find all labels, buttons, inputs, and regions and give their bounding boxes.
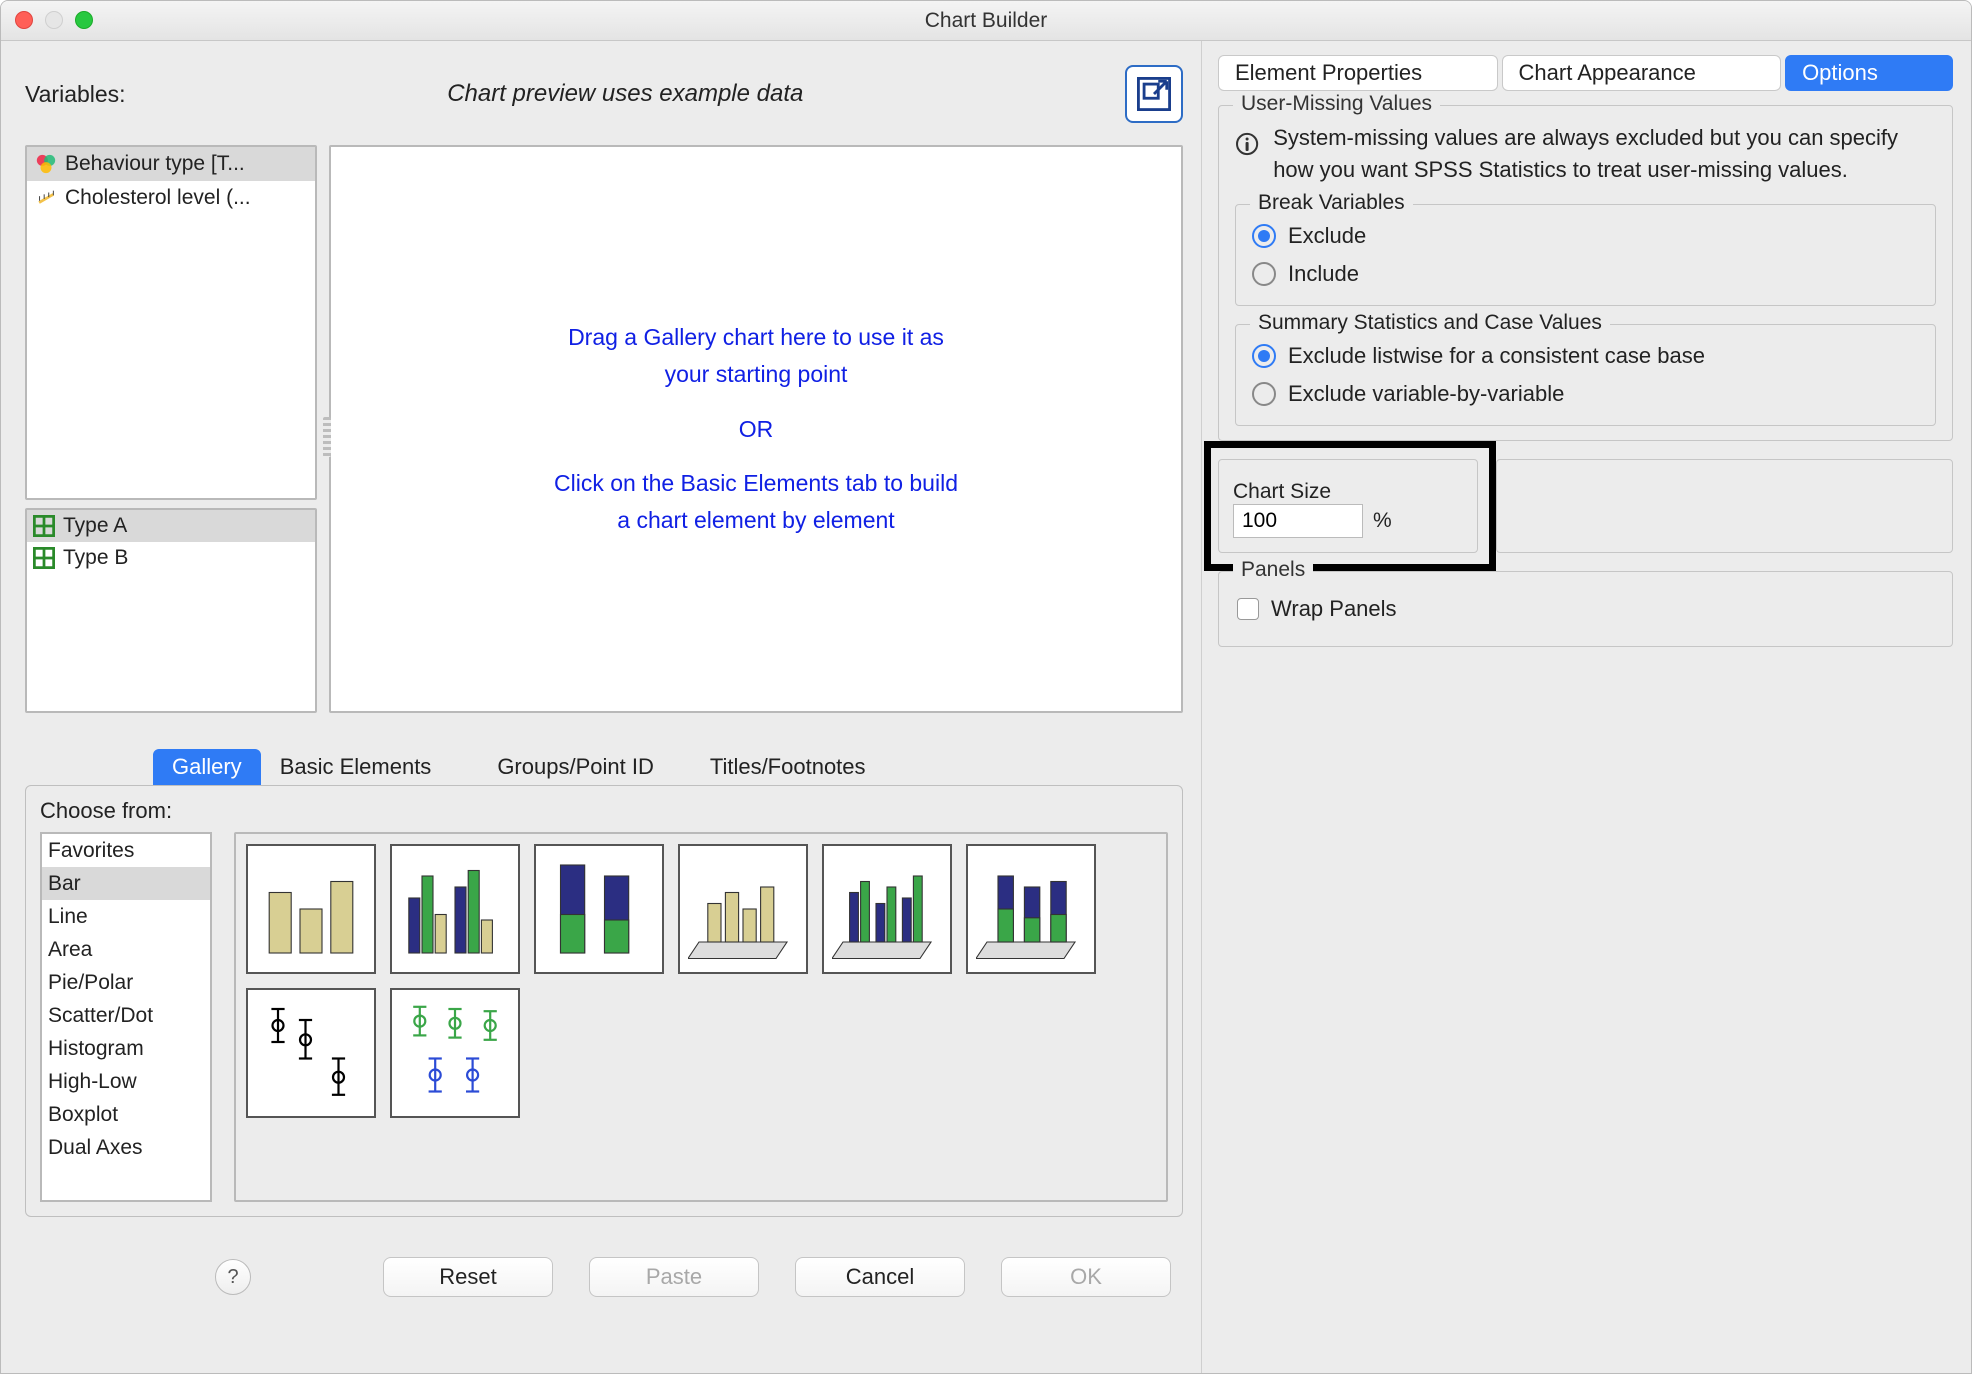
- type-scatter-dot[interactable]: Scatter/Dot: [42, 999, 210, 1032]
- gallery-frame: Choose from: Favorites Bar Line Area Pie…: [25, 785, 1183, 1217]
- category-icon: [33, 515, 55, 537]
- thumb-simple-error-bar[interactable]: [246, 988, 376, 1118]
- chart-size-input[interactable]: [1233, 504, 1363, 538]
- thumb-3d-bar[interactable]: [678, 844, 808, 974]
- variable-label: Behaviour type [T...: [65, 152, 245, 176]
- list-item[interactable]: Behaviour type [T...: [27, 147, 315, 181]
- cancel-button[interactable]: Cancel: [795, 1257, 965, 1297]
- list-item[interactable]: Cholesterol level (...: [27, 181, 315, 215]
- type-boxplot[interactable]: Boxplot: [42, 1098, 210, 1131]
- tab-gallery[interactable]: Gallery: [153, 749, 261, 785]
- type-area[interactable]: Area: [42, 933, 210, 966]
- preview-hint: Drag a Gallery chart here to use it as y…: [554, 319, 958, 539]
- type-pie-polar[interactable]: Pie/Polar: [42, 966, 210, 999]
- paste-button: Paste: [589, 1257, 759, 1297]
- nominal-icon: [35, 153, 57, 175]
- ss-byvar-radio[interactable]: Exclude variable-by-variable: [1250, 375, 1921, 413]
- categories-list[interactable]: Type A Type B: [25, 508, 317, 713]
- category-label: Type B: [63, 546, 128, 570]
- umv-legend: User-Missing Values: [1233, 92, 1440, 116]
- window-title: Chart Builder: [1, 9, 1971, 33]
- thumb-clustered-error-bar[interactable]: [390, 988, 520, 1118]
- radio-icon: [1252, 382, 1276, 406]
- thumb-simple-bar[interactable]: [246, 844, 376, 974]
- panels-legend: Panels: [1233, 558, 1313, 582]
- left-pane: Variables: Chart preview uses example da…: [1, 41, 1201, 1373]
- dialog-buttons: ? Reset Paste Cancel OK: [25, 1257, 1183, 1297]
- radio-icon: [1252, 262, 1276, 286]
- zoom-icon[interactable]: [75, 11, 93, 29]
- category-icon: [33, 547, 55, 569]
- summary-statistics-group: Summary Statistics and Case Values Exclu…: [1235, 324, 1936, 426]
- info-icon: [1235, 122, 1259, 166]
- chart-size-spacer: [1496, 459, 1953, 553]
- gallery-thumbnails: [234, 832, 1168, 1202]
- type-favorites[interactable]: Favorites: [42, 834, 210, 867]
- chart-type-list[interactable]: Favorites Bar Line Area Pie/Polar Scatte…: [40, 832, 212, 1202]
- list-item[interactable]: Type A: [27, 510, 315, 542]
- expand-chart-button[interactable]: [1125, 65, 1183, 123]
- variables-label: Variables:: [25, 81, 126, 108]
- bv-include-radio[interactable]: Include: [1250, 255, 1921, 293]
- right-tabs: Element Properties Chart Appearance Opti…: [1218, 55, 1953, 91]
- bv-exclude-radio[interactable]: Exclude: [1250, 217, 1921, 255]
- radio-label: Include: [1288, 261, 1359, 287]
- traffic-lights: [15, 11, 93, 29]
- thumb-clustered-3d-bar[interactable]: [822, 844, 952, 974]
- chart-preview-dropzone[interactable]: Drag a Gallery chart here to use it as y…: [329, 145, 1183, 713]
- ss-legend: Summary Statistics and Case Values: [1250, 311, 1610, 335]
- type-histogram[interactable]: Histogram: [42, 1032, 210, 1065]
- radio-label: Exclude variable-by-variable: [1288, 381, 1564, 407]
- body: Variables: Chart preview uses example da…: [1, 41, 1971, 1373]
- preview-label: Chart preview uses example data: [126, 80, 1125, 108]
- break-variables-group: Break Variables Exclude Include: [1235, 204, 1936, 306]
- splitter-handle[interactable]: [323, 417, 331, 457]
- reset-button[interactable]: Reset: [383, 1257, 553, 1297]
- radio-icon: [1252, 344, 1276, 368]
- help-button[interactable]: ?: [215, 1259, 251, 1295]
- ok-button: OK: [1001, 1257, 1171, 1297]
- radio-label: Exclude: [1288, 223, 1366, 249]
- tab-titles-footnotes[interactable]: Titles/Footnotes: [691, 749, 885, 785]
- percent-label: %: [1373, 509, 1392, 533]
- var-column: Behaviour type [T... Cholesterol level (…: [25, 145, 317, 713]
- umv-info-text: System-missing values are always exclude…: [1273, 122, 1936, 186]
- titlebar: Chart Builder: [1, 1, 1971, 41]
- tab-options[interactable]: Options: [1785, 55, 1953, 91]
- wrap-panels-checkbox[interactable]: Wrap Panels: [1235, 592, 1936, 626]
- type-dual-axes[interactable]: Dual Axes: [42, 1131, 210, 1164]
- thumb-stacked-3d-bar[interactable]: [966, 844, 1096, 974]
- minimize-icon: [45, 11, 63, 29]
- scale-icon: [35, 187, 57, 209]
- user-missing-values-group: User-Missing Values System-missing value…: [1218, 105, 1953, 441]
- tab-chart-appearance[interactable]: Chart Appearance: [1502, 55, 1782, 91]
- cs-legend: Chart Size: [1233, 480, 1463, 504]
- ss-listwise-radio[interactable]: Exclude listwise for a consistent case b…: [1250, 337, 1921, 375]
- close-icon[interactable]: [15, 11, 33, 29]
- variable-label: Cholesterol level (...: [65, 186, 251, 210]
- thumb-stacked-bar[interactable]: [534, 844, 664, 974]
- expand-icon: [1137, 77, 1171, 111]
- tab-element-properties[interactable]: Element Properties: [1218, 55, 1498, 91]
- choose-from-label: Choose from:: [40, 798, 1168, 824]
- tab-groups-point-id[interactable]: Groups/Point ID: [478, 749, 673, 785]
- thumb-clustered-bar[interactable]: [390, 844, 520, 974]
- category-label: Type A: [63, 514, 127, 538]
- tab-basic-elements[interactable]: Basic Elements: [261, 749, 451, 785]
- type-bar[interactable]: Bar: [42, 867, 210, 900]
- checkbox-icon: [1237, 598, 1259, 620]
- variables-list[interactable]: Behaviour type [T... Cholesterol level (…: [25, 145, 317, 500]
- right-pane: Element Properties Chart Appearance Opti…: [1201, 41, 1971, 1373]
- window: Chart Builder Variables: Chart preview u…: [0, 0, 1972, 1374]
- radio-icon: [1252, 224, 1276, 248]
- gallery-tabs: Gallery Basic Elements Groups/Point ID T…: [153, 749, 1183, 785]
- type-line[interactable]: Line: [42, 900, 210, 933]
- list-item[interactable]: Type B: [27, 542, 315, 574]
- type-high-low[interactable]: High-Low: [42, 1065, 210, 1098]
- panels-group: Panels Wrap Panels: [1218, 571, 1953, 647]
- checkbox-label: Wrap Panels: [1271, 596, 1397, 622]
- radio-label: Exclude listwise for a consistent case b…: [1288, 343, 1705, 369]
- chart-size-group: Chart Size %: [1218, 459, 1478, 553]
- bv-legend: Break Variables: [1250, 191, 1413, 215]
